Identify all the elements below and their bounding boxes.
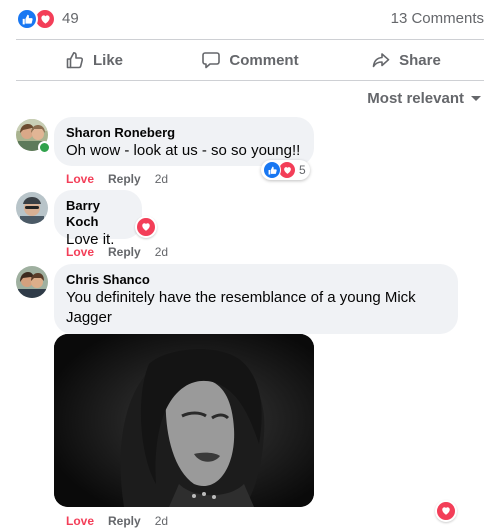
share-arrow-icon [371, 50, 391, 70]
divider [16, 39, 484, 40]
comment-author[interactable]: Sharon Roneberg [66, 125, 302, 141]
reaction-icons[interactable] [16, 8, 56, 30]
comment-text: Oh wow - look at us - so so young!! [66, 142, 301, 159]
caret-down-icon [470, 90, 482, 107]
reply-button[interactable]: Reply [108, 513, 141, 529]
love-reaction-button[interactable]: Love [66, 171, 94, 187]
divider [16, 80, 484, 81]
comment-author[interactable]: Barry Koch [66, 198, 130, 230]
comment-icon [201, 50, 221, 70]
reactions-summary: 49 13 Comments [16, 8, 484, 30]
comment-bubble: Chris Shanco You definitely have the res… [54, 264, 458, 334]
reply-button[interactable]: Reply [108, 171, 141, 187]
comment-button[interactable]: Comment [172, 41, 328, 79]
comments-count[interactable]: 13 Comments [391, 10, 484, 27]
share-button[interactable]: Share [328, 41, 484, 79]
comment-reactions[interactable]: 5 [261, 160, 310, 180]
comment-actions: Love Reply 2d [66, 513, 168, 529]
comment-bubble: Sharon Roneberg Oh wow - look at us - so… [54, 117, 314, 166]
comment-photo-attachment[interactable] [54, 334, 314, 507]
comment-actions: Love Reply 2d [66, 171, 168, 187]
comment-label: Comment [229, 51, 299, 69]
love-reaction-button[interactable]: Love [66, 244, 94, 260]
love-icon[interactable] [435, 500, 457, 522]
sort-label: Most relevant [367, 90, 464, 107]
reaction-count[interactable]: 49 [62, 10, 79, 27]
reply-button[interactable]: Reply [108, 244, 141, 260]
like-button[interactable]: Like [16, 41, 172, 79]
comment-timestamp[interactable]: 2d [155, 171, 168, 187]
sort-dropdown[interactable]: Most relevant [367, 90, 482, 107]
comment-author[interactable]: Chris Shanco [66, 272, 446, 288]
love-icon[interactable] [135, 216, 157, 238]
like-icon [16, 8, 38, 30]
comment-bubble: Barry Koch Love it. [54, 190, 142, 248]
comment-text: You definitely have the resemblance of a… [66, 289, 416, 326]
comment-timestamp[interactable]: 2d [155, 513, 168, 529]
comment-actions: Love Reply 2d [66, 244, 168, 260]
online-status-indicator [38, 141, 51, 154]
comment-timestamp[interactable]: 2d [155, 244, 168, 260]
avatar[interactable] [16, 266, 48, 298]
action-bar: Like Comment Share [16, 41, 484, 79]
like-label: Like [92, 51, 123, 69]
comment-reaction-count: 5 [299, 163, 306, 177]
avatar[interactable] [16, 192, 48, 224]
thumbs-up-icon [65, 50, 85, 70]
like-icon [263, 161, 281, 179]
share-label: Share [399, 51, 441, 69]
love-reaction-button[interactable]: Love [66, 513, 94, 529]
